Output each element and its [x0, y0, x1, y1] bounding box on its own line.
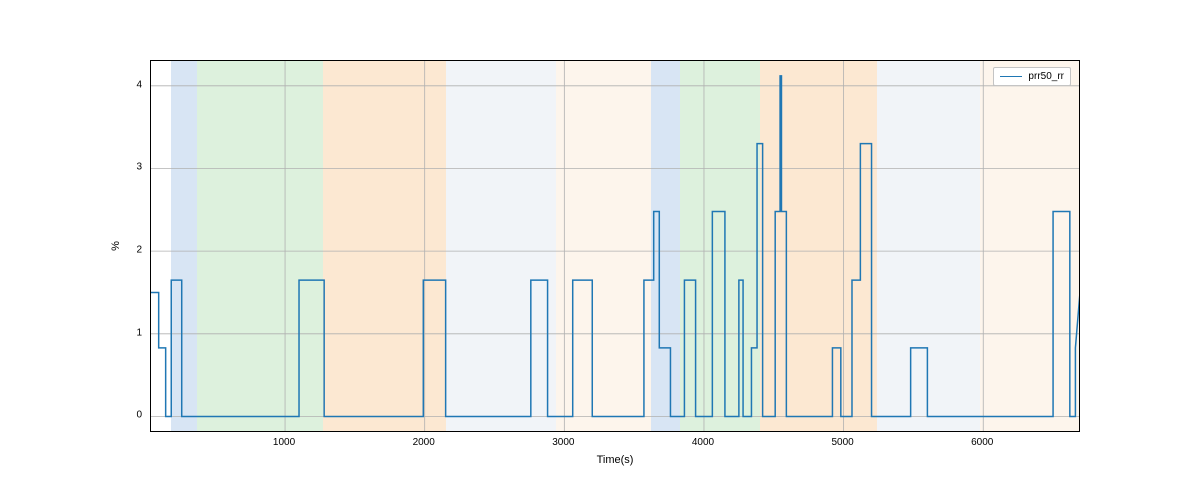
plot-svg [151, 61, 1079, 431]
grid [151, 61, 1079, 431]
y-axis-label: % [110, 241, 122, 251]
y-tick-label: 2 [136, 245, 142, 256]
y-tick-label: 3 [136, 162, 142, 173]
y-tick-label: 1 [136, 327, 142, 338]
y-tick-label: 4 [136, 79, 142, 90]
x-tick-label: 4000 [692, 437, 714, 448]
line-series-prr50_rr [151, 76, 1079, 417]
legend-swatch [1000, 76, 1022, 77]
legend-label: prr50_rr [1028, 71, 1064, 82]
x-tick-label: 3000 [552, 437, 574, 448]
figure: prr50_rr 100020003000400050006000 01234 … [0, 0, 1200, 500]
x-tick-label: 1000 [273, 437, 295, 448]
x-tick-label: 6000 [971, 437, 993, 448]
x-tick-label: 2000 [413, 437, 435, 448]
x-axis-label: Time(s) [597, 454, 634, 466]
legend: prr50_rr [993, 67, 1071, 86]
y-tick-label: 0 [136, 410, 142, 421]
x-tick-label: 5000 [831, 437, 853, 448]
plot-area [151, 61, 1079, 431]
chart-axes: prr50_rr [150, 60, 1080, 432]
